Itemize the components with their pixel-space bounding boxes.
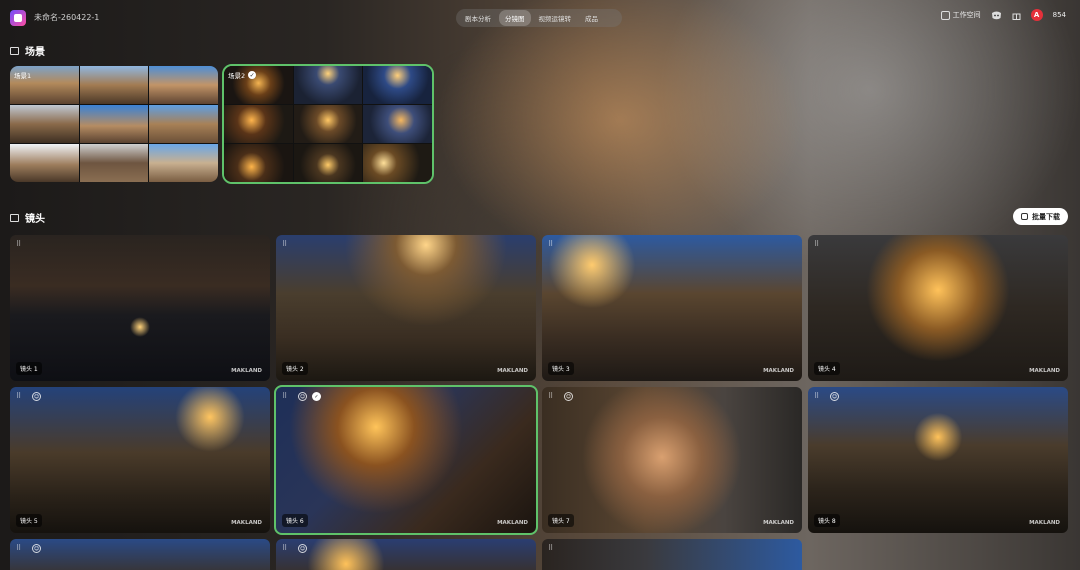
- shot-label: 镜头 8: [814, 514, 840, 527]
- scene-thumb: [79, 105, 149, 143]
- drag-handle-icon[interactable]: ⠿: [16, 544, 21, 552]
- tab-script-analysis[interactable]: 剧本分析: [459, 10, 497, 26]
- scene-thumb: [79, 66, 149, 104]
- download-icon: [1021, 213, 1028, 220]
- shot-card-9[interactable]: ⠿ ☺: [10, 539, 270, 570]
- shots-title: 镜头: [25, 214, 45, 225]
- watermark: MAKLAND: [763, 520, 794, 526]
- character-icon[interactable]: ☺: [298, 544, 307, 553]
- shot-card-6[interactable]: ⠿ ☺ ✓ 镜头 6 MAKLAND: [274, 385, 538, 535]
- user-avatar[interactable]: A: [1030, 9, 1043, 21]
- shot-label: 镜头 1: [16, 362, 42, 375]
- scenes-title: 场景: [25, 47, 45, 58]
- shot-label: 镜头 7: [548, 514, 574, 527]
- scene-thumb: [293, 144, 363, 182]
- watermark: MAKLAND: [1029, 368, 1060, 374]
- workspace-label: 工作空间: [952, 11, 981, 19]
- shot-card-7[interactable]: ⠿ ☺ 镜头 7 MAKLAND: [542, 387, 802, 533]
- scene-thumb: [224, 105, 293, 143]
- scene-thumb: [363, 105, 432, 143]
- workspace-button[interactable]: 工作空间: [940, 10, 981, 20]
- drag-handle-icon[interactable]: ⠿: [282, 392, 287, 400]
- header-tools: 工作空间 A 854: [940, 9, 1066, 21]
- scene-thumb: [149, 144, 218, 182]
- credits-count: 854: [1052, 11, 1066, 19]
- character-icon[interactable]: ☺: [32, 392, 41, 401]
- drag-handle-icon[interactable]: ⠿: [16, 392, 21, 400]
- drag-handle-icon[interactable]: ⠿: [282, 240, 287, 248]
- watermark: MAKLAND: [497, 520, 528, 526]
- watermark: MAKLAND: [231, 368, 262, 374]
- top-bar: 未命名-260422-1 剧本分析 分镜图 视频运镜转 成品 工作空间 A 85…: [0, 0, 1080, 36]
- tab-video-motion[interactable]: 视频运镜转: [533, 10, 578, 26]
- tab-final[interactable]: 成品: [579, 10, 604, 26]
- shot-card-11[interactable]: ⠿: [542, 539, 802, 570]
- watermark: MAKLAND: [497, 368, 528, 374]
- character-icon[interactable]: ☺: [830, 392, 839, 401]
- scene-thumb: [149, 66, 218, 104]
- drag-handle-icon[interactable]: ⠿: [814, 392, 819, 400]
- selected-check-icon: ✓: [248, 71, 257, 79]
- shots-heading: 镜头: [10, 210, 45, 225]
- character-icon[interactable]: ☺: [564, 392, 573, 401]
- scene-card-2[interactable]: 场景2 ✓: [222, 64, 434, 184]
- watermark: MAKLAND: [763, 368, 794, 374]
- scene-thumb: [79, 144, 149, 182]
- scene-thumb: [363, 66, 432, 104]
- drag-handle-icon[interactable]: ⠿: [548, 240, 553, 248]
- scene-label-1: 场景1: [14, 72, 32, 80]
- selected-check-icon: ✓: [312, 392, 321, 401]
- watermark: MAKLAND: [231, 520, 262, 526]
- shot-section-icon: [10, 213, 19, 222]
- shot-label: 镜头 4: [814, 362, 840, 375]
- scene-thumb: [10, 105, 79, 143]
- shot-card-3[interactable]: ⠿ 镜头 3 MAKLAND: [542, 235, 802, 381]
- watermark: MAKLAND: [1029, 520, 1060, 526]
- shot-card-8[interactable]: ⠿ ☺ 镜头 8 MAKLAND: [808, 387, 1068, 533]
- workflow-tabs: 剧本分析 分镜图 视频运镜转 成品: [456, 9, 622, 27]
- shot-card-10[interactable]: ⠿ ☺: [276, 539, 536, 570]
- scene-label-2: 场景2 ✓: [228, 71, 257, 80]
- scenes-heading: 场景: [10, 43, 45, 58]
- drag-handle-icon[interactable]: ⠿: [548, 544, 553, 552]
- drag-handle-icon[interactable]: ⠿: [282, 544, 287, 552]
- drag-handle-icon[interactable]: ⠿: [814, 240, 819, 248]
- discord-icon[interactable]: [991, 11, 1002, 20]
- shot-card-2[interactable]: ⠿ 镜头 2 MAKLAND: [276, 235, 536, 381]
- batch-download-label: 批量下载: [1032, 212, 1060, 221]
- scene-thumb: [293, 105, 363, 143]
- shot-label: 镜头 2: [282, 362, 308, 375]
- character-icon[interactable]: ☺: [32, 544, 41, 553]
- scene-thumb: [224, 144, 293, 182]
- project-name[interactable]: 未命名-260422-1: [34, 12, 99, 23]
- shot-label: 镜头 5: [16, 514, 42, 527]
- batch-download-button[interactable]: 批量下载: [1013, 208, 1068, 225]
- drag-handle-icon[interactable]: ⠿: [548, 392, 553, 400]
- scene-thumb: [10, 144, 79, 182]
- drag-handle-icon[interactable]: ⠿: [16, 240, 21, 248]
- character-icon[interactable]: ☺: [298, 392, 307, 401]
- shot-card-4[interactable]: ⠿ 镜头 4 MAKLAND: [808, 235, 1068, 381]
- scene-thumb: [149, 105, 218, 143]
- tab-storyboard[interactable]: 分镜图: [499, 10, 531, 26]
- shot-card-1[interactable]: ⠿ 镜头 1 MAKLAND: [10, 235, 270, 381]
- shot-card-5[interactable]: ⠿ ☺ 镜头 5 MAKLAND: [10, 387, 270, 533]
- scene-thumb: [293, 66, 363, 104]
- workspace-icon: [940, 10, 950, 20]
- app-logo[interactable]: [10, 10, 26, 26]
- shot-label: 镜头 3: [548, 362, 574, 375]
- scene-section-icon: [10, 46, 19, 55]
- scene-card-1[interactable]: 场景1: [10, 66, 218, 182]
- gift-icon[interactable]: [1012, 11, 1021, 20]
- scene-thumb: [363, 144, 432, 182]
- shot-label: 镜头 6: [282, 514, 308, 527]
